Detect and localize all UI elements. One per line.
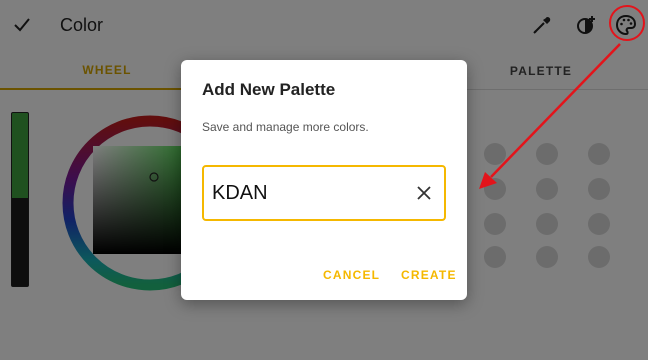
annotation-arrow xyxy=(479,43,621,189)
